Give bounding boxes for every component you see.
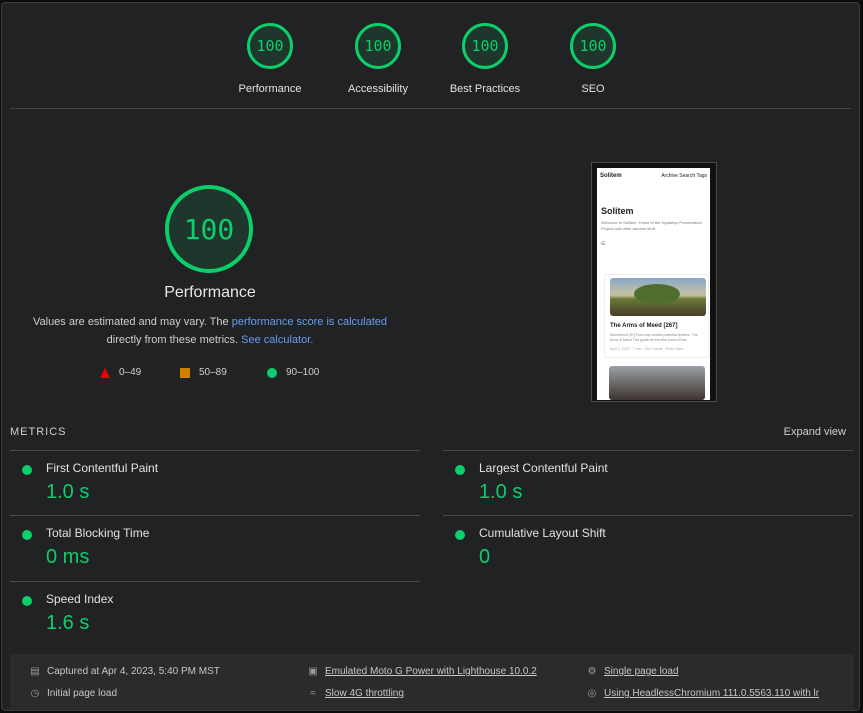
metric-si: Speed Index 1.6 s bbox=[10, 581, 420, 647]
browser-info[interactable]: ◎ Using HeadlessChromium 111.0.5563.110 … bbox=[586, 688, 819, 699]
gauge-seo-score: 100 bbox=[570, 23, 616, 69]
screenshot-card-image-2 bbox=[609, 366, 705, 400]
gauge-performance-score: 100 bbox=[247, 23, 293, 69]
performance-title: Performance bbox=[164, 284, 256, 301]
screenshot-nav: Solitem Archive Search Tags bbox=[600, 173, 707, 179]
pass-circle-icon bbox=[22, 596, 32, 606]
metric-value: 0 ms bbox=[46, 546, 90, 568]
metric-cls: Cumulative Layout Shift 0 bbox=[443, 515, 853, 581]
gauge-performance[interactable]: 100 Performance bbox=[215, 23, 325, 95]
gauge-accessibility-label: Accessibility bbox=[348, 83, 408, 95]
performance-description: Values are estimated and may vary. The p… bbox=[24, 313, 396, 349]
legend-pass: 90–100 bbox=[267, 367, 319, 378]
screenshot-card: The Arms of Meed [267] Stormblood [57] P… bbox=[604, 274, 709, 358]
screenshot-page: Solitem Archive Search Tags Solitem Welc… bbox=[597, 168, 710, 400]
gauge-performance-label: Performance bbox=[238, 83, 302, 95]
performance-score-gauge: 100 bbox=[165, 185, 253, 273]
metric-value: 0 bbox=[479, 546, 491, 568]
gauge-best-practices-label: Best Practices bbox=[449, 83, 521, 95]
screenshot-card-meta: April 1, 2023 · 7 min · 1347 words · Rha… bbox=[610, 347, 684, 351]
gauge-seo-label: SEO bbox=[581, 83, 605, 95]
triangle-icon bbox=[100, 367, 110, 378]
pass-circle-icon bbox=[455, 530, 465, 540]
metric-value: 1.6 s bbox=[46, 612, 90, 634]
screenshot-nav-search: Search bbox=[679, 173, 696, 179]
pass-circle-icon bbox=[22, 530, 32, 540]
browser-link[interactable]: Using HeadlessChromium 111.0.5563.110 wi… bbox=[604, 688, 819, 699]
screenshot-nav-tags: Tags bbox=[696, 173, 707, 179]
divider bbox=[10, 108, 851, 109]
metric-name: First Contentful Paint bbox=[46, 461, 159, 475]
metric-fcp: First Contentful Paint 1.0 s bbox=[10, 450, 420, 516]
screenshot-intro: Welcome to Solitem. Home to the Hydaelyn… bbox=[601, 220, 702, 231]
desc-text-2: directly from these metrics. bbox=[106, 334, 242, 346]
screenshot-heading: Solitem bbox=[601, 206, 634, 216]
screenshot-card-title: The Arms of Meed [267] bbox=[610, 323, 678, 329]
screenshot-nav-archive: Archive bbox=[661, 173, 678, 179]
gauge-best-practices-score: 100 bbox=[462, 23, 508, 69]
device-icon: ▣ bbox=[308, 666, 318, 677]
wifi-icon: ≈ bbox=[310, 688, 316, 699]
desc-text: Values are estimated and may vary. The bbox=[32, 316, 232, 328]
metric-name: Speed Index bbox=[46, 592, 114, 606]
score-gauges: 100 Performance 100 Accessibility 100 Be… bbox=[2, 3, 859, 111]
metric-name: Total Blocking Time bbox=[46, 526, 150, 540]
metric-lcp: Largest Contentful Paint 1.0 s bbox=[443, 450, 853, 516]
captured-at: ▤ Captured at Apr 4, 2023, 5:40 PM MST bbox=[29, 666, 220, 677]
emulated-device-link[interactable]: Emulated Moto G Power with Lighthouse 10… bbox=[325, 666, 537, 677]
calendar-icon: ▤ bbox=[30, 666, 40, 677]
metrics-header: METRICS bbox=[10, 426, 67, 438]
screenshot-site-name: Solitem bbox=[600, 173, 622, 179]
timer-icon: ◷ bbox=[30, 688, 40, 699]
square-icon bbox=[180, 367, 190, 378]
gauge-accessibility-score: 100 bbox=[355, 23, 401, 69]
single-page-load-link[interactable]: Single page load bbox=[604, 666, 679, 677]
calculator-link[interactable]: See calculator. bbox=[241, 334, 313, 346]
network-throttling[interactable]: ≈ Slow 4G throttling bbox=[307, 688, 404, 699]
throttling-link[interactable]: Slow 4G throttling bbox=[325, 688, 404, 699]
emulated-device[interactable]: ▣ Emulated Moto G Power with Lighthouse … bbox=[307, 666, 537, 677]
initial-load-text: Initial page load bbox=[47, 688, 118, 699]
legend-average: 50–89 bbox=[180, 367, 227, 378]
person-icon: ⚙ bbox=[587, 666, 597, 677]
screenshot-card-image bbox=[610, 278, 706, 316]
legend-fail: 0–49 bbox=[100, 367, 141, 378]
legend-fail-label: 0–49 bbox=[119, 367, 142, 378]
lighthouse-report: 100 Performance 100 Accessibility 100 Be… bbox=[1, 2, 860, 711]
performance-score-link[interactable]: performance score is calculated bbox=[232, 316, 387, 328]
legend-average-label: 50–89 bbox=[199, 367, 227, 378]
gauge-best-practices[interactable]: 100 Best Practices bbox=[430, 23, 540, 95]
metric-name: Cumulative Layout Shift bbox=[479, 526, 606, 540]
pass-circle-icon bbox=[22, 465, 32, 475]
metric-name: Largest Contentful Paint bbox=[479, 461, 608, 475]
final-screenshot[interactable]: Solitem Archive Search Tags Solitem Welc… bbox=[591, 162, 717, 402]
metric-tbt: Total Blocking Time 0 ms bbox=[10, 515, 420, 581]
screenshot-card-text: Stormblood [57] Post may contain potenti… bbox=[610, 333, 698, 342]
tree-icon bbox=[634, 284, 680, 304]
metric-value: 1.0 s bbox=[479, 481, 523, 503]
runtime-settings: ▤ Captured at Apr 4, 2023, 5:40 PM MST ◷… bbox=[10, 654, 854, 710]
legend-pass-label: 90–100 bbox=[286, 367, 320, 378]
circle-icon bbox=[267, 367, 277, 378]
captured-at-text: Captured at Apr 4, 2023, 5:40 PM MST bbox=[47, 666, 220, 677]
single-page-load[interactable]: ⚙ Single page load bbox=[586, 666, 679, 677]
initial-load: ◷ Initial page load bbox=[29, 688, 117, 699]
rss-icon: ∈ bbox=[601, 241, 606, 247]
pass-circle-icon bbox=[455, 465, 465, 475]
gauge-seo[interactable]: 100 SEO bbox=[538, 23, 648, 95]
screenshot-nav-links: Archive Search Tags bbox=[661, 173, 707, 179]
gauge-accessibility[interactable]: 100 Accessibility bbox=[323, 23, 433, 95]
chrome-icon: ◎ bbox=[587, 688, 597, 699]
metric-value: 1.0 s bbox=[46, 481, 90, 503]
expand-view-button[interactable]: Expand view bbox=[784, 426, 846, 438]
